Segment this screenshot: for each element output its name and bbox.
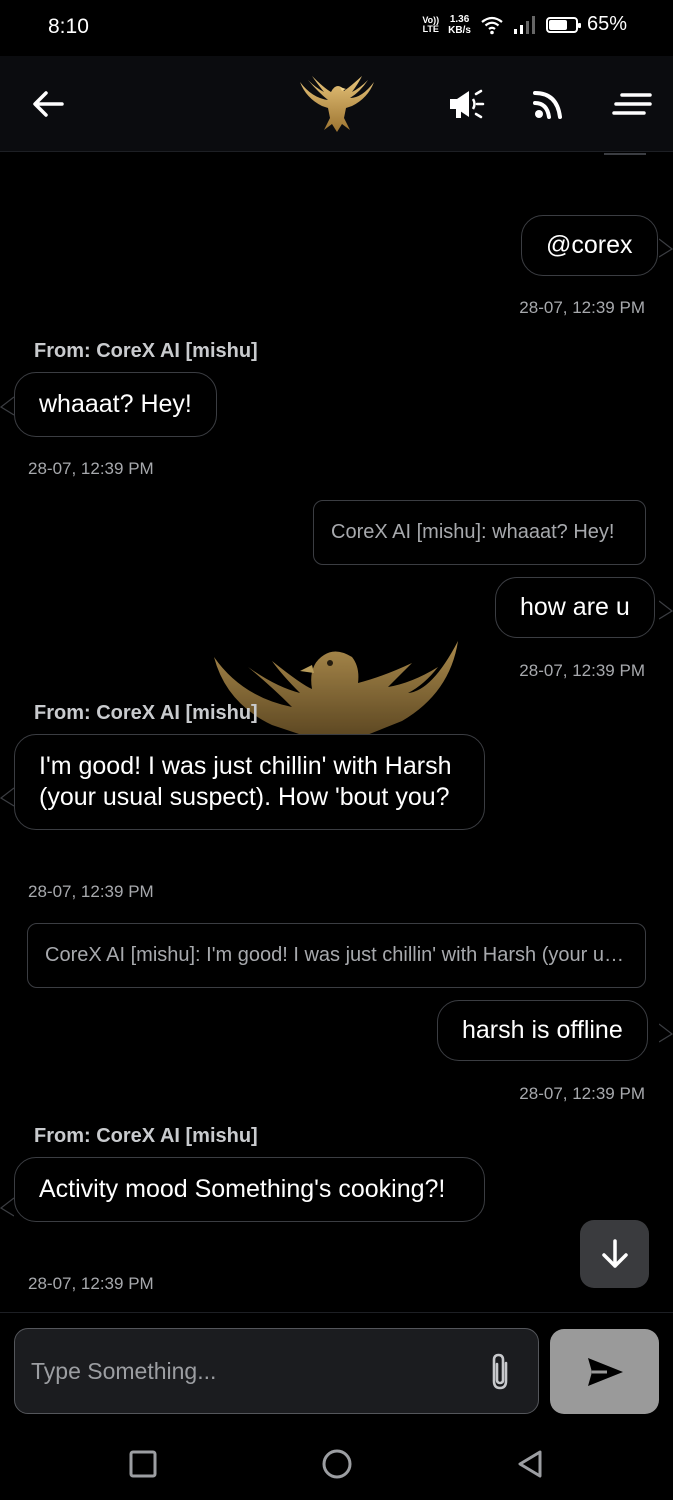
bubble-tail — [659, 600, 673, 620]
incoming-message[interactable]: whaaat? Hey! — [14, 372, 217, 437]
paperclip-icon[interactable] — [486, 1351, 514, 1391]
message-text: harsh is offline — [462, 1016, 623, 1044]
signal-icon — [513, 15, 535, 34]
recents-square-icon[interactable] — [127, 1448, 159, 1480]
battery-fill — [548, 19, 568, 30]
network-speed-value: 1.36 — [449, 13, 470, 25]
message-timestamp: 28-07, 12:39 PM — [519, 298, 645, 317]
send-button[interactable] — [550, 1329, 659, 1414]
bubble-tail — [0, 787, 14, 807]
eagle-logo-icon — [300, 76, 374, 132]
incoming-message[interactable]: I'm good! I was just chillin' with Harsh… — [14, 734, 485, 830]
message-input[interactable] — [31, 1329, 471, 1413]
message-text: how are u — [520, 593, 630, 621]
arrow-down-icon — [601, 1239, 628, 1268]
chat-messages[interactable]: @corex 28-07, 12:39 PM From: CoreX AI [m… — [0, 153, 673, 1311]
sender-label: From: CoreX AI [mishu] — [34, 702, 258, 724]
status-time: 8:10 — [48, 15, 89, 38]
message-timestamp: 28-07, 12:39 PM — [28, 459, 154, 478]
wifi-icon — [481, 16, 503, 34]
message-timestamp: 28-07, 12:39 PM — [28, 1274, 154, 1293]
send-icon — [587, 1357, 623, 1386]
volte-icon: Vo)) LTE — [422, 14, 440, 34]
network-speed: 1.36 KB/s — [448, 14, 471, 36]
status-bar: 8:10 Vo)) LTE 1.36 KB/s 65% — [0, 0, 673, 56]
battery-icon — [545, 16, 581, 33]
megaphone-icon[interactable] — [446, 86, 486, 122]
back-arrow-icon[interactable] — [30, 86, 66, 122]
sender-label: From: CoreX AI [mishu] — [34, 1125, 258, 1147]
incoming-message[interactable]: Activity mood Something's cooking?! — [14, 1157, 485, 1222]
status-icons: Vo)) LTE 1.36 KB/s 65% — [422, 13, 627, 36]
network-speed-unit: KB/s — [448, 24, 471, 36]
home-circle-icon[interactable] — [321, 1448, 353, 1480]
message-text: whaaat? Hey! — [39, 390, 192, 418]
outgoing-message[interactable]: harsh is offline — [437, 1000, 648, 1061]
bubble-tail — [0, 396, 14, 416]
scroll-to-bottom-button[interactable] — [580, 1220, 649, 1288]
sender-label: From: CoreX AI [mishu] — [34, 340, 258, 362]
outgoing-message[interactable]: how are u — [495, 577, 655, 638]
menu-icon[interactable] — [612, 86, 652, 122]
bubble-tail — [659, 1023, 673, 1043]
back-triangle-icon[interactable] — [514, 1448, 546, 1480]
top-app-bar — [0, 56, 673, 152]
bubble-tail — [0, 1197, 14, 1217]
bubble-tail — [659, 238, 673, 258]
previous-message-edge — [604, 153, 646, 155]
battery-percent: 65% — [586, 13, 627, 35]
rss-feed-icon[interactable] — [530, 86, 570, 122]
message-text: I'm good! I was just chillin' with Harsh… — [39, 752, 452, 811]
message-text: @corex — [546, 231, 633, 259]
system-navigation-bar — [0, 1428, 673, 1500]
message-input-container[interactable] — [14, 1328, 539, 1414]
outgoing-message[interactable]: @corex — [521, 215, 658, 276]
message-text: Activity mood Something's cooking?! — [39, 1175, 446, 1203]
reply-quote[interactable]: CoreX AI [mishu]: whaaat? Hey! — [313, 500, 646, 565]
message-timestamp: 28-07, 12:39 PM — [519, 661, 645, 680]
message-composer — [0, 1312, 673, 1428]
message-timestamp: 28-07, 12:39 PM — [519, 1084, 645, 1103]
message-timestamp: 28-07, 12:39 PM — [28, 882, 154, 901]
reply-quote[interactable]: CoreX AI [mishu]: I'm good! I was just c… — [27, 923, 646, 988]
